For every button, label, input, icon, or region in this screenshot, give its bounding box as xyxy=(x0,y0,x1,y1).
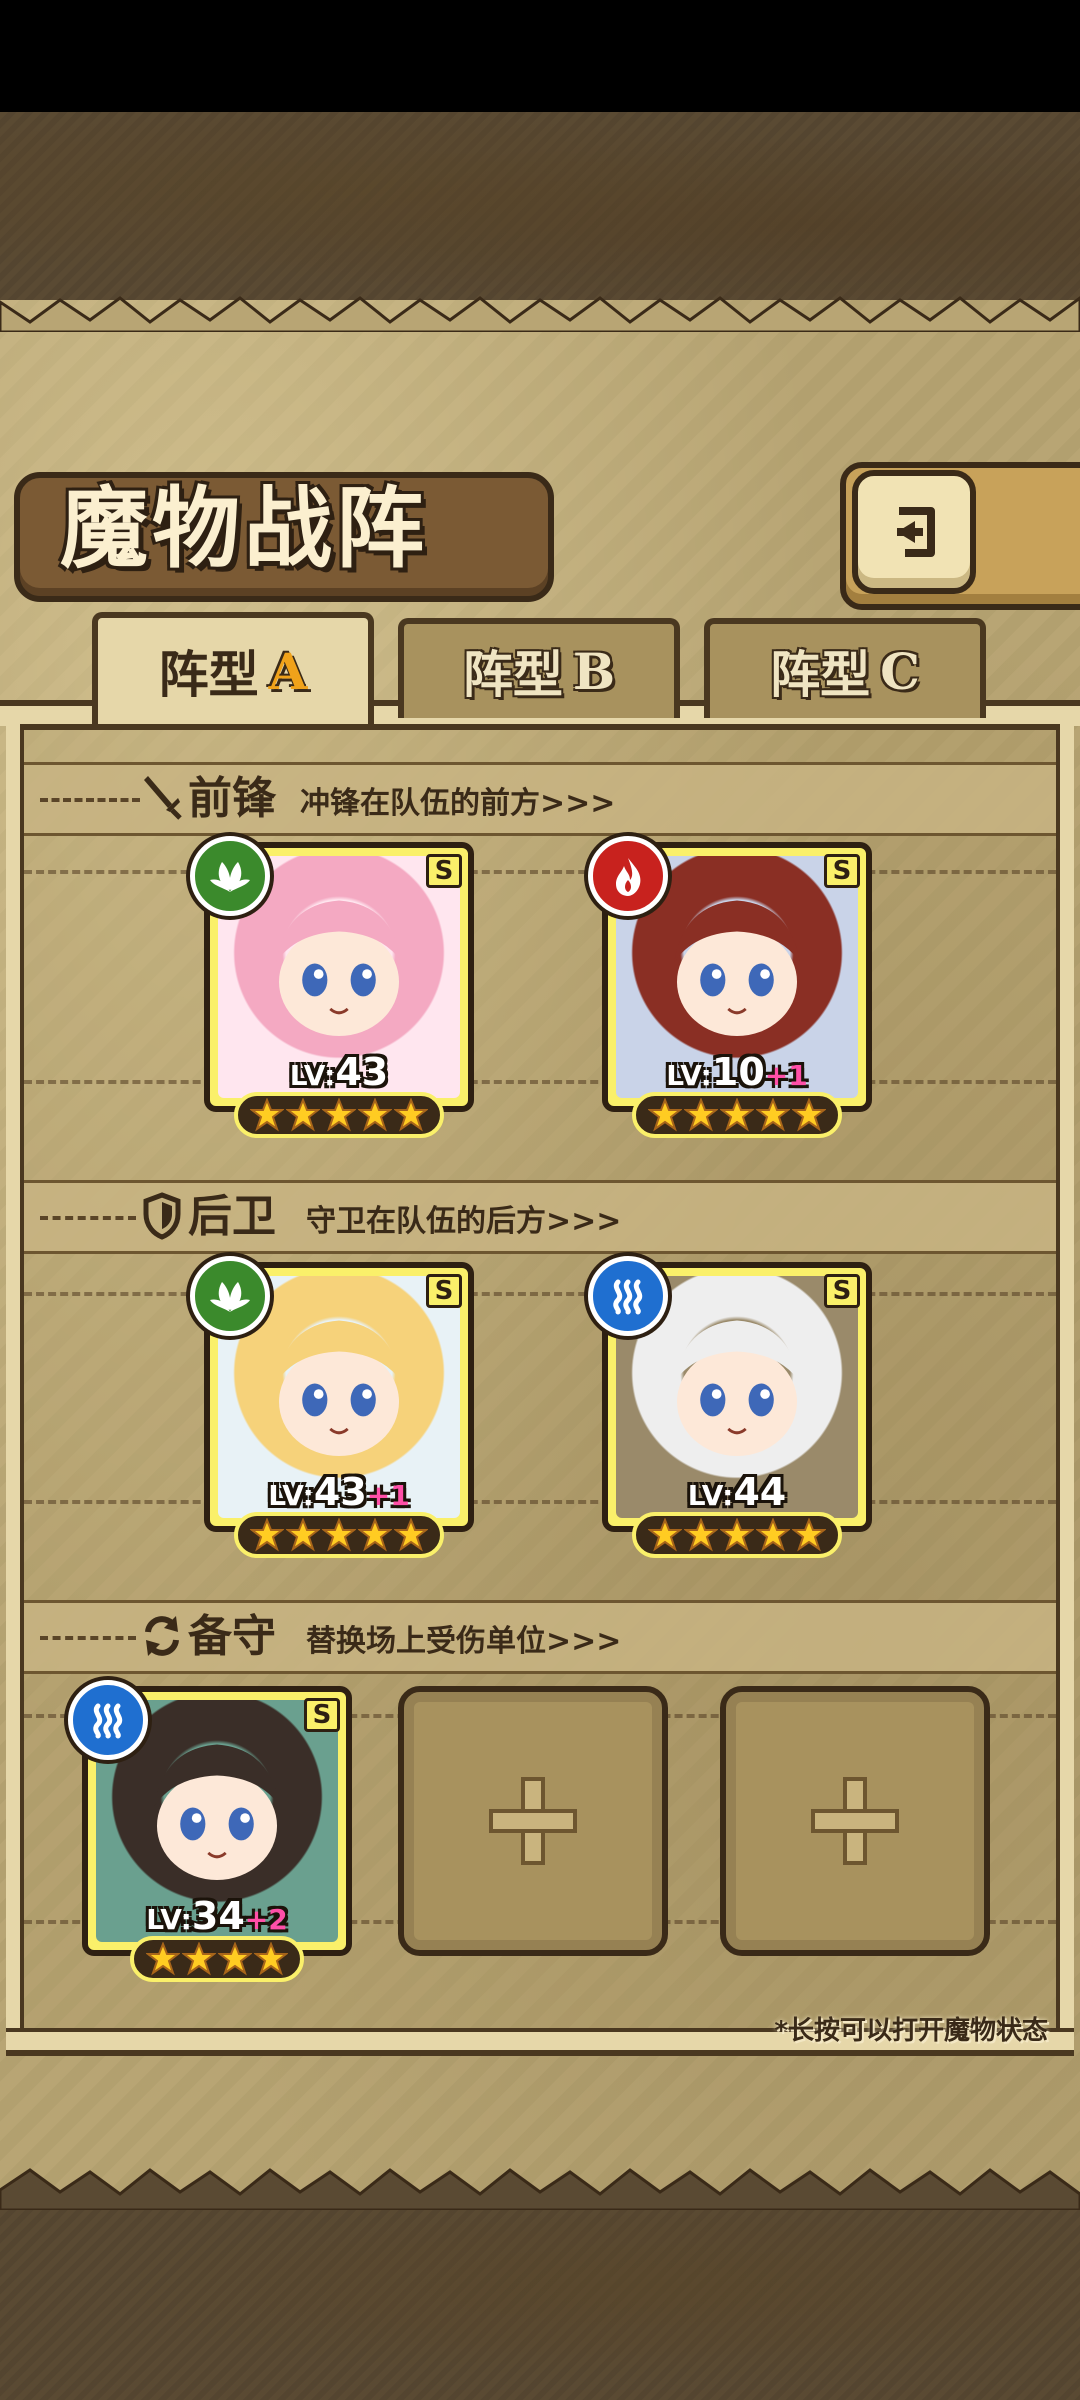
tab-formation-b[interactable]: 阵型 B xyxy=(398,618,680,718)
tab-formation-c[interactable]: 阵型 C xyxy=(704,618,986,718)
shield-icon xyxy=(143,1192,181,1240)
star-icon xyxy=(250,1098,284,1132)
star-icon xyxy=(218,1942,252,1976)
star-icon xyxy=(720,1098,754,1132)
sword-icon xyxy=(144,776,182,820)
back-button[interactable] xyxy=(852,470,976,594)
swap-icon xyxy=(145,1616,179,1656)
tab-label: 阵型 xyxy=(770,645,871,704)
tab-formation-a[interactable]: 阵型 A xyxy=(92,612,374,724)
star-rating xyxy=(234,1512,444,1558)
map-background-bottom xyxy=(0,2210,1080,2400)
star-icon xyxy=(322,1098,356,1132)
empty-reserve-slot[interactable] xyxy=(720,1686,990,1956)
water-element-icon xyxy=(588,1256,668,1336)
section-title-front: 前锋 xyxy=(188,773,276,824)
rank-badge: S xyxy=(824,854,860,888)
star-icon xyxy=(250,1518,284,1552)
unit-level: LV:10+1 xyxy=(666,1050,808,1094)
star-icon xyxy=(648,1098,682,1132)
add-plus-icon xyxy=(811,1777,899,1865)
tab-suffix: A xyxy=(268,641,308,701)
star-rating xyxy=(632,1092,842,1138)
star-icon xyxy=(792,1518,826,1552)
unit-level: LV:43 xyxy=(289,1050,389,1094)
nature-element-icon xyxy=(190,1256,270,1336)
section-desc-front: 冲锋在队伍的前方>>> xyxy=(300,786,616,821)
star-icon xyxy=(684,1098,718,1132)
long-press-hint: *长按可以打开魔物状态 xyxy=(774,2016,1048,2046)
section-desc-rear: 守卫在队伍的后方>>> xyxy=(306,1204,622,1239)
unit-level: LV:43+1 xyxy=(268,1470,410,1514)
zigzag-edge-top xyxy=(0,296,1080,332)
rank-badge: S xyxy=(304,1698,340,1732)
tab-label: 阵型 xyxy=(462,645,563,704)
tab-label: 阵型 xyxy=(158,645,259,704)
lane-line xyxy=(24,1500,1056,1504)
star-rating xyxy=(130,1936,304,1982)
zigzag-edge-bottom xyxy=(0,2168,1080,2210)
lane-line xyxy=(24,870,1056,874)
map-background-top xyxy=(0,112,1080,300)
nature-element-icon xyxy=(190,836,270,916)
star-rating xyxy=(632,1512,842,1558)
star-icon xyxy=(358,1518,392,1552)
section-title-reserve: 备守 xyxy=(188,1611,276,1662)
star-icon xyxy=(182,1942,216,1976)
section-title-rear: 后卫 xyxy=(188,1191,276,1242)
star-icon xyxy=(286,1518,320,1552)
unit-level: LV:34+2 xyxy=(146,1894,288,1938)
lane-line xyxy=(24,1292,1056,1296)
star-icon xyxy=(756,1518,790,1552)
divider xyxy=(40,798,140,802)
panel-frame-right xyxy=(1056,724,1074,2056)
status-bar xyxy=(0,0,1080,112)
star-icon xyxy=(358,1098,392,1132)
empty-reserve-slot[interactable] xyxy=(398,1686,668,1956)
unit-level: LV:44 xyxy=(687,1470,787,1514)
return-arrow-icon xyxy=(897,507,935,557)
page-title: 魔物战阵 xyxy=(60,476,429,580)
tab-suffix: C xyxy=(880,641,920,701)
panel-frame-left xyxy=(6,724,24,2056)
star-icon xyxy=(394,1518,428,1552)
star-icon xyxy=(286,1098,320,1132)
game-screen: 魔物战阵 阵型 A 阵型 B 阵型 C 前锋 冲锋在队伍的前方>>> 后卫 守卫… xyxy=(0,0,1080,2400)
section-desc-reserve: 替换场上受伤单位>>> xyxy=(306,1624,622,1659)
divider xyxy=(40,1216,136,1220)
star-icon xyxy=(756,1098,790,1132)
add-plus-icon xyxy=(489,1777,577,1865)
star-icon xyxy=(146,1942,180,1976)
divider xyxy=(40,1636,136,1640)
star-icon xyxy=(684,1518,718,1552)
rank-badge: S xyxy=(426,1274,462,1308)
fire-element-icon xyxy=(588,836,668,916)
lane-line xyxy=(24,1080,1056,1084)
water-element-icon xyxy=(68,1680,148,1760)
star-icon xyxy=(720,1518,754,1552)
star-rating xyxy=(234,1092,444,1138)
star-icon xyxy=(254,1942,288,1976)
star-icon xyxy=(394,1098,428,1132)
rank-badge: S xyxy=(824,1274,860,1308)
tab-suffix: B xyxy=(572,641,616,701)
star-icon xyxy=(322,1518,356,1552)
rank-badge: S xyxy=(426,854,462,888)
star-icon xyxy=(648,1518,682,1552)
star-icon xyxy=(792,1098,826,1132)
